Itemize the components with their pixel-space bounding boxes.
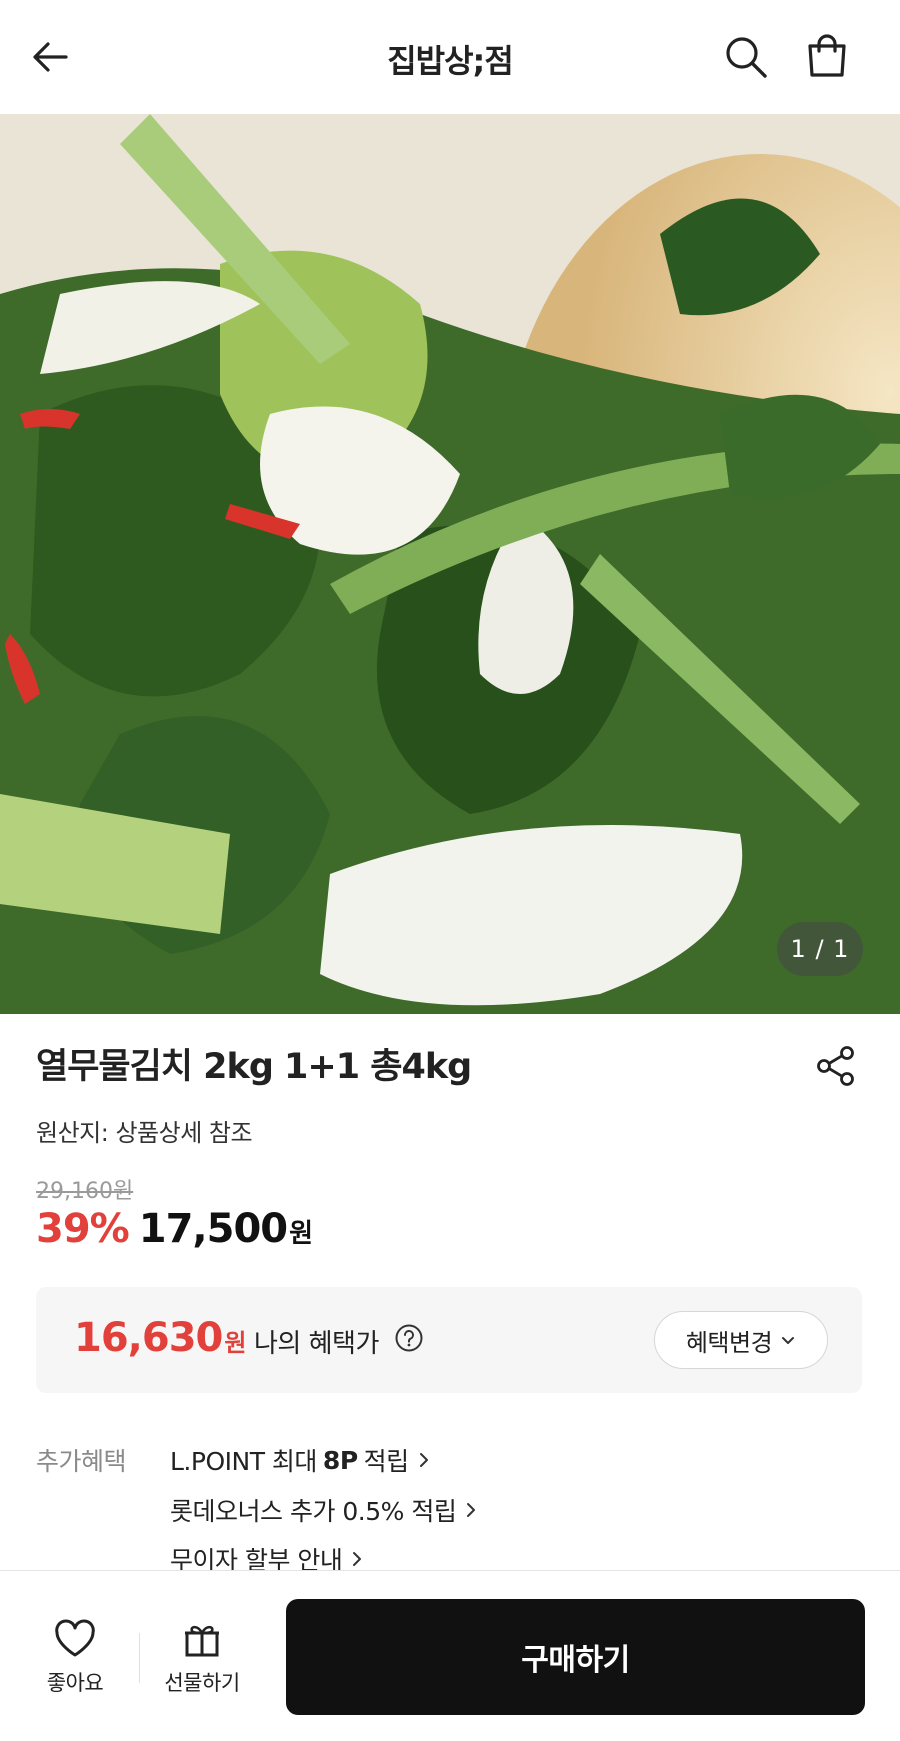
sale-price: 17,500	[138, 1206, 288, 1252]
chevron-right-icon	[419, 1453, 428, 1467]
gift-icon	[185, 1625, 219, 1657]
gift-button[interactable]: 선물하기	[150, 1619, 254, 1697]
change-benefit-button[interactable]: 혜택변경	[654, 1311, 828, 1369]
search-icon[interactable]	[722, 33, 770, 81]
benefit-item-suffix: 적립	[363, 1447, 410, 1476]
additional-benefits-label: 추가혜택	[36, 1447, 127, 1476]
benefit-label: 나의 혜택가	[254, 1329, 379, 1359]
help-question-icon[interactable]	[394, 1323, 424, 1353]
benefit-item-lpoint[interactable]: L.POINT 최대 8P 적립	[170, 1442, 433, 1478]
like-button[interactable]: 좋아요	[34, 1619, 116, 1697]
benefit-price-value: 16,630	[74, 1315, 223, 1361]
like-label: 좋아요	[46, 1671, 104, 1695]
origin-info: 원산지: 상품상세 참조	[36, 1119, 253, 1147]
product-image[interactable]: 1 / 1	[0, 114, 900, 1014]
chevron-right-icon	[353, 1552, 362, 1566]
change-benefit-label: 혜택변경	[685, 1328, 773, 1357]
benefit-item-text: 롯데오너스 추가 0.5% 적립	[170, 1497, 457, 1526]
chevron-down-icon	[782, 1337, 795, 1344]
sale-price-unit: 원	[289, 1219, 314, 1249]
bar-divider	[139, 1633, 140, 1683]
gift-label: 선물하기	[164, 1671, 240, 1695]
shopping-bag-icon[interactable]	[803, 31, 851, 79]
benefit-item-text: L.POINT 최대	[170, 1447, 317, 1476]
buy-button[interactable]: 구매하기	[286, 1599, 865, 1715]
discount-rate: 39%	[36, 1206, 130, 1252]
image-pager: 1 / 1	[777, 922, 863, 976]
bottom-action-bar: 좋아요 선물하기 구매하기	[0, 1570, 900, 1741]
benefit-price-box: 16,630 원 나의 혜택가 혜택변경	[36, 1287, 862, 1393]
top-header: 집밥상;점	[0, 0, 900, 114]
chevron-right-icon	[467, 1503, 476, 1517]
original-price: 29,160원	[36, 1179, 134, 1204]
product-title: 열무물김치 2kg 1+1 총4kg	[36, 1047, 472, 1087]
share-icon[interactable]	[814, 1044, 858, 1088]
benefit-item-owners[interactable]: 롯데오너스 추가 0.5% 적립	[170, 1492, 480, 1528]
heart-icon	[55, 1619, 95, 1657]
benefit-price-unit: 원	[224, 1329, 247, 1357]
benefit-price: 16,630 원	[74, 1315, 246, 1361]
price-row: 39% 17,500 원	[36, 1206, 313, 1252]
benefit-item-points: 8P	[322, 1445, 358, 1475]
